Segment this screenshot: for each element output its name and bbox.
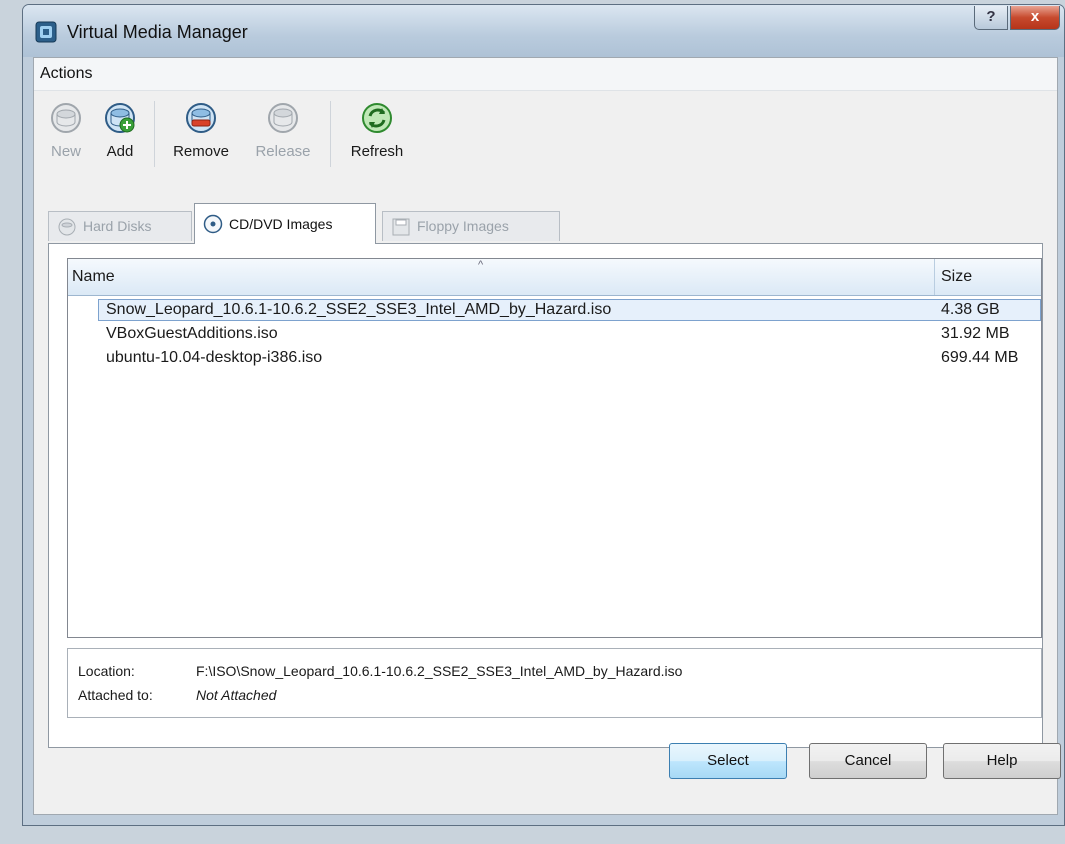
- dialog-body: Actions New Add Remove Release Refresh H…: [33, 57, 1058, 815]
- release-disk-icon: [268, 103, 298, 133]
- title-bar[interactable]: Virtual Media Manager ? x: [23, 5, 1064, 57]
- remove-button[interactable]: Remove: [166, 101, 236, 160]
- menu-bar: Actions: [34, 58, 1057, 91]
- help-button[interactable]: Help: [943, 743, 1061, 779]
- refresh-label: Refresh: [350, 143, 404, 160]
- attached-value: Not Attached: [196, 687, 277, 703]
- add-label: Add: [106, 143, 134, 160]
- media-info-box: Location: F:\ISO\Snow_Leopard_10.6.1-10.…: [67, 648, 1042, 718]
- cancel-button[interactable]: Cancel: [809, 743, 927, 779]
- release-button[interactable]: Release: [248, 101, 318, 160]
- tab-hard-disks-label: Hard Disks: [83, 218, 152, 234]
- toolbar: New Add Remove Release Refresh: [34, 91, 1057, 201]
- location-label: Location:: [78, 663, 135, 679]
- toolbar-separator: [154, 101, 155, 167]
- menu-actions[interactable]: Actions: [40, 65, 92, 83]
- column-header-size[interactable]: Size: [941, 268, 972, 286]
- row-size: 699.44 MB: [941, 349, 1019, 366]
- new-disk-icon: [51, 103, 81, 133]
- floppy-icon: [392, 218, 410, 236]
- row-name: Snow_Leopard_10.6.1-10.6.2_SSE2_SSE3_Int…: [106, 301, 612, 318]
- attached-label: Attached to:: [78, 687, 153, 703]
- refresh-button[interactable]: Refresh: [342, 101, 412, 160]
- list-header: ^ Name Size: [68, 259, 1041, 296]
- release-label: Release: [255, 143, 311, 160]
- tab-panel: ^ Name Size Snow_Leopard_10.6.1-10.6.2_S…: [48, 243, 1043, 748]
- table-row[interactable]: Snow_Leopard_10.6.1-10.6.2_SSE2_SSE3_Int…: [68, 299, 1041, 321]
- table-row[interactable]: VBoxGuestAdditions.iso 31.92 MB: [68, 323, 1041, 345]
- cd-dvd-icon: [203, 214, 223, 234]
- add-disk-icon: [105, 103, 135, 133]
- column-header-name[interactable]: Name: [72, 268, 115, 286]
- remove-disk-icon: [186, 103, 216, 133]
- tab-hard-disks[interactable]: Hard Disks: [48, 211, 192, 241]
- row-size: 31.92 MB: [941, 325, 1010, 342]
- row-name: VBoxGuestAdditions.iso: [106, 325, 278, 342]
- tab-cd-dvd-label: CD/DVD Images: [229, 216, 333, 232]
- sort-arrow-icon: ^: [478, 259, 484, 271]
- close-button[interactable]: x: [1010, 6, 1060, 30]
- add-button[interactable]: Add: [100, 101, 140, 160]
- new-label: New: [50, 143, 81, 160]
- help-caption-button[interactable]: ?: [974, 6, 1008, 30]
- media-tabs: Hard Disks CD/DVD Images Floppy Images: [48, 203, 1057, 244]
- table-row[interactable]: ubuntu-10.04-desktop-i386.iso 699.44 MB: [68, 347, 1041, 369]
- row-size: 4.38 GB: [941, 301, 1000, 318]
- toolbar-separator: [330, 101, 331, 167]
- select-button[interactable]: Select: [669, 743, 787, 779]
- hard-disk-icon: [58, 218, 76, 236]
- column-divider[interactable]: [934, 259, 935, 295]
- remove-label: Remove: [173, 143, 229, 160]
- window-title: Virtual Media Manager: [67, 22, 248, 42]
- virtualbox-icon: [35, 21, 57, 43]
- row-name: ubuntu-10.04-desktop-i386.iso: [106, 349, 323, 366]
- tab-floppy-images[interactable]: Floppy Images: [382, 211, 560, 241]
- media-list[interactable]: ^ Name Size Snow_Leopard_10.6.1-10.6.2_S…: [67, 258, 1042, 638]
- virtual-media-manager-window: Virtual Media Manager ? x Actions New Ad…: [22, 4, 1065, 826]
- location-value: F:\ISO\Snow_Leopard_10.6.1-10.6.2_SSE2_S…: [196, 663, 683, 679]
- new-button[interactable]: New: [44, 101, 88, 160]
- tab-cd-dvd-images[interactable]: CD/DVD Images: [194, 203, 376, 244]
- refresh-icon: [362, 103, 392, 133]
- tab-floppy-label: Floppy Images: [417, 218, 509, 234]
